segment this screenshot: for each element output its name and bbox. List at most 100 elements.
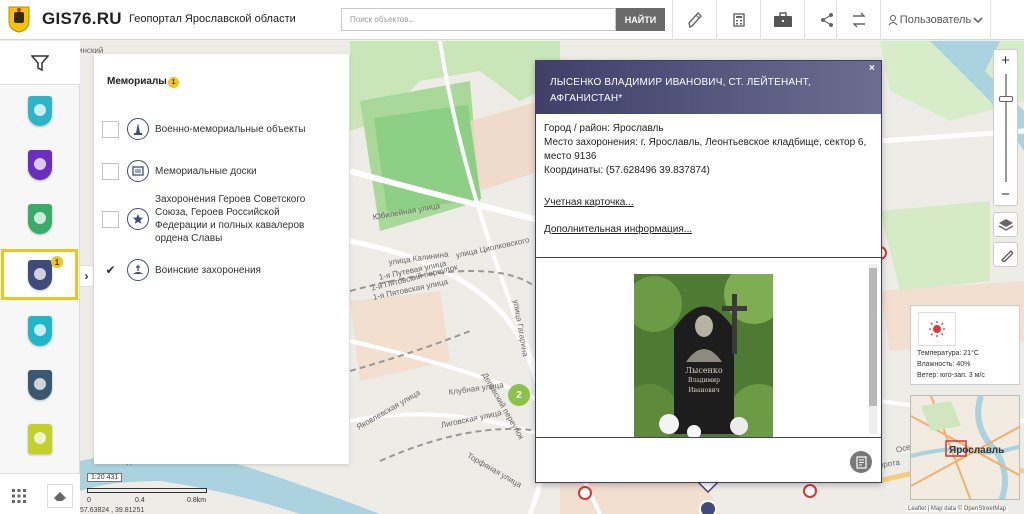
overview-minimap[interactable]: Ярославль (910, 395, 1020, 500)
eraser-icon (54, 492, 66, 501)
burial-icon (127, 259, 149, 281)
search-input[interactable] (341, 8, 616, 31)
star-icon (127, 208, 149, 230)
document-button[interactable] (850, 451, 872, 473)
layer-checkbox[interactable] (102, 120, 119, 138)
weather-temperature: Температура: 21°C (917, 350, 979, 357)
zoom-out-button[interactable]: − (994, 184, 1017, 204)
user-menu-label: Пользователь (899, 14, 972, 26)
layer-item[interactable]: Мемориальные доски (102, 160, 342, 182)
grid-icon (12, 489, 26, 503)
eraser-button[interactable] (47, 484, 73, 508)
rail-item-health[interactable] (0, 305, 80, 357)
rail-item-education[interactable] (0, 139, 80, 191)
rail-item-notes[interactable] (0, 413, 80, 465)
popup-title: ЛЫСЕНКО ВЛАДИМИР ИВАНОВИЧ, СТ. ЛЕЙТЕНАНТ… (536, 61, 881, 114)
record-card-link[interactable]: Учетная карточка... (544, 197, 634, 208)
weather-wind: Ветер: юго-зап. 3 м/с (917, 372, 985, 379)
layer-label: Захоронения Героев Советского Союза, Гер… (155, 194, 306, 244)
site-subtitle: Геопортал Ярославской области (129, 13, 296, 25)
user-menu[interactable]: Пользователь (880, 0, 990, 40)
layer-item[interactable]: Военно-мемориальные объекты (102, 118, 342, 140)
panel-badge: 1 (168, 77, 179, 88)
inscription-patronymic: Иванович (688, 387, 720, 394)
close-icon[interactable]: × (869, 63, 875, 74)
grave-inscription: Лысенко Владимир Иванович (674, 366, 734, 396)
snowflake-icon (28, 316, 52, 346)
layers-icon (998, 218, 1013, 231)
weather-humidity: Влажность: 40% (917, 361, 971, 368)
map-attribution[interactable]: Leaflet | Map data © OpenStreetMap (906, 506, 1009, 512)
inscription-surname: Лысенко (685, 366, 723, 375)
culture-icon (28, 96, 52, 126)
obelisk-icon (127, 118, 149, 140)
rail-item-memorials[interactable]: 1 (1, 249, 78, 300)
grave-photo[interactable]: Лысенко Владимир Иванович (634, 274, 773, 437)
rail-item-announcements[interactable] (0, 359, 80, 411)
megaphone-icon (28, 370, 52, 400)
layers-button[interactable] (993, 212, 1018, 237)
inscription-first-name: Владимир (688, 377, 720, 384)
scale-label: 0.8km (187, 497, 207, 504)
zoom-slider-handle[interactable] (999, 96, 1013, 102)
layer-label: Мемориальные доски (155, 165, 257, 177)
sun-icon (918, 312, 956, 346)
filter-icon (31, 54, 49, 71)
zoom-slider-track[interactable] (1005, 74, 1007, 182)
pencil-icon[interactable] (672, 0, 716, 40)
filter-button[interactable] (0, 41, 80, 85)
panel-title: Мемориалы (107, 76, 167, 87)
rail-bottom-bar (0, 473, 80, 514)
popup-burial-place: Место захоронения: г. Ярославль, Леонтье… (544, 137, 867, 162)
education-icon (28, 150, 52, 180)
scale-label: 0 (87, 497, 91, 504)
minimap-city-label: Ярославль (949, 445, 1005, 456)
ruler-icon (1000, 249, 1013, 262)
user-icon (888, 14, 898, 25)
memorial-marker[interactable] (699, 500, 717, 514)
rail-item-nature[interactable] (0, 193, 80, 245)
layers-panel: Мемориалы 1 Военно-мемориальные объекты … (94, 54, 349, 464)
category-rail: 1 (0, 41, 80, 514)
scale-label: 0.4 (135, 497, 145, 504)
zoom-in-button[interactable]: + (994, 50, 1017, 70)
plaque-icon (127, 160, 149, 182)
region-emblem-icon[interactable] (8, 6, 30, 33)
photo-scrollbar[interactable] (869, 264, 877, 434)
search-button[interactable]: НАЙТИ (616, 8, 665, 31)
scale-ratio: 1:20 431 (87, 473, 123, 482)
more-info-link[interactable]: Дополнительная информация... (544, 224, 692, 235)
popup-city: Город / район: Ярославль (544, 123, 664, 134)
document-icon (855, 455, 867, 469)
layer-checkbox[interactable] (102, 210, 119, 228)
header-bar: GIS76.RU Геопортал Ярославской области Н… (0, 0, 1024, 40)
layer-item[interactable]: ✔ Воинские захоронения (102, 259, 342, 281)
grid-menu-button[interactable] (6, 484, 32, 508)
ruler-button[interactable] (993, 242, 1018, 267)
popup-coordinates: Координаты: (57.628496 39.837874) (544, 165, 710, 176)
globe-icon (28, 204, 52, 234)
layer-item[interactable]: Захоронения Героев Советского Союза, Гер… (102, 193, 342, 245)
scale-bar (87, 488, 207, 493)
chevron-down-icon (973, 16, 983, 23)
memorial-icon (27, 259, 52, 290)
swap-icon[interactable] (836, 0, 880, 40)
panel-collapse-toggle[interactable]: › (80, 265, 94, 287)
photo-scrollbar-thumb[interactable] (869, 268, 877, 406)
weather-widget: Температура: 21°C Влажность: 40% Ветер: … (910, 305, 1020, 385)
object-popup: ЛЫСЕНКО ВЛАДИМИР ИВАНОВИЧ, СТ. ЛЕЙТЕНАНТ… (535, 60, 882, 483)
cursor-coordinates: 57.63824 , 39.81251 (80, 507, 145, 514)
zoom-control: + − (993, 49, 1018, 206)
map-cluster-marker[interactable]: 2 (508, 384, 530, 406)
rail-item-culture[interactable] (0, 85, 80, 137)
site-name[interactable]: GIS76.RU (42, 9, 122, 29)
note-icon (28, 424, 52, 454)
layer-checkbox[interactable] (102, 162, 119, 180)
briefcase-icon[interactable] (760, 0, 804, 40)
popup-details: Город / район: Ярославль Место захоронен… (544, 122, 874, 178)
layer-checkbox-checked[interactable]: ✔ (102, 261, 119, 279)
layer-label: Воинские захоронения (155, 264, 261, 276)
photo-viewer: Лысенко Владимир Иванович (536, 257, 881, 438)
layer-label: Военно-мемориальные объекты (155, 123, 306, 135)
calculator-icon[interactable] (716, 0, 760, 40)
